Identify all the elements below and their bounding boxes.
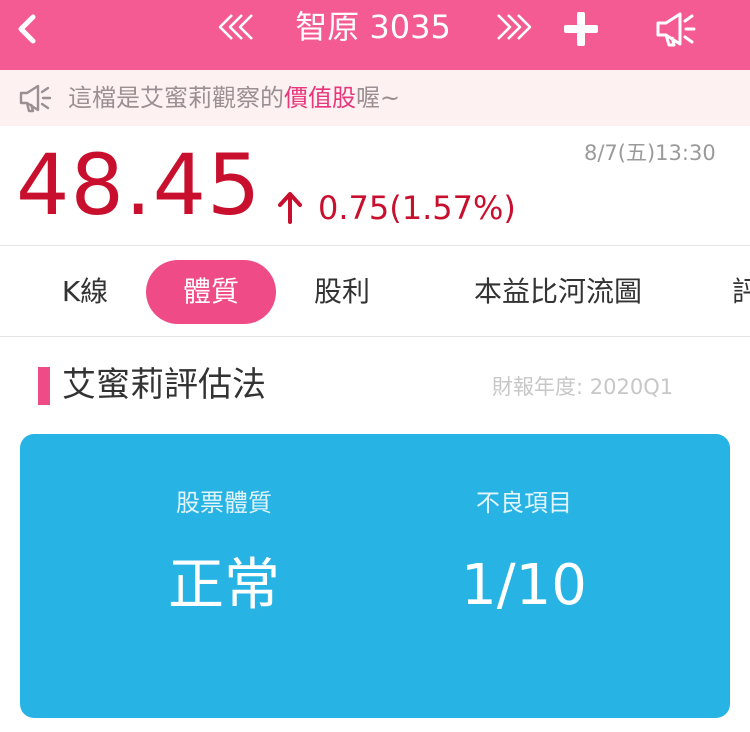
section-accent-bar — [38, 367, 50, 405]
bad-items-value: 1/10 — [461, 553, 587, 618]
tab-evaluation[interactable]: 評 — [732, 260, 750, 324]
plus-icon — [564, 12, 598, 46]
health-value: 正常 — [168, 553, 280, 618]
notice-bar: 這檔是艾蜜莉觀察的價值股喔~ — [0, 70, 750, 126]
double-chevron-right-icon — [497, 14, 532, 40]
notice-text: 這檔是艾蜜莉觀察的價值股喔~ — [68, 82, 400, 114]
tab-bar: K線 體質 股利 本益比河流圖 評 — [0, 247, 750, 337]
notice-text-after: 喔~ — [356, 84, 401, 112]
tab-kline[interactable]: K線 — [40, 260, 130, 324]
tab-health[interactable]: 體質 — [146, 260, 276, 324]
previous-stock-button[interactable] — [216, 12, 262, 42]
double-chevron-left-icon — [218, 14, 253, 40]
next-stock-button[interactable] — [488, 12, 534, 42]
tab-pe-river-chart[interactable]: 本益比河流圖 — [448, 260, 668, 324]
quote-panel: 48.45 0.75(1.57%) 8/7(五)13:30 — [0, 126, 750, 246]
chevron-left-icon — [18, 14, 36, 44]
quote-time: 8/7(五)13:30 — [584, 141, 716, 165]
arrow-up-icon — [278, 192, 302, 224]
health-summary-card: 股票體質 正常 不良項目 1/10 — [20, 434, 730, 718]
notice-highlight: 價值股 — [284, 84, 356, 112]
megaphone-icon — [656, 12, 696, 47]
tab-dividend[interactable]: 股利 — [290, 260, 394, 324]
top-header: 智原 3035 — [0, 0, 750, 70]
notice-text-before: 這檔是艾蜜莉觀察的 — [68, 84, 284, 112]
megaphone-icon — [19, 84, 52, 113]
health-label: 股票體質 — [176, 489, 272, 517]
announcement-button[interactable] — [654, 9, 698, 49]
back-button[interactable] — [12, 12, 42, 46]
report-period: 財報年度: 2020Q1 — [492, 375, 674, 399]
add-stock-button[interactable] — [561, 9, 601, 49]
section-header: 艾蜜莉評估法 財報年度: 2020Q1 — [0, 338, 750, 433]
current-price: 48.45 — [16, 136, 262, 234]
price-change: 0.75(1.57%) — [318, 189, 516, 227]
section-title: 艾蜜莉評估法 — [62, 365, 266, 405]
bad-items-label: 不良項目 — [476, 489, 572, 517]
stock-title: 智原 3035 — [295, 8, 451, 46]
